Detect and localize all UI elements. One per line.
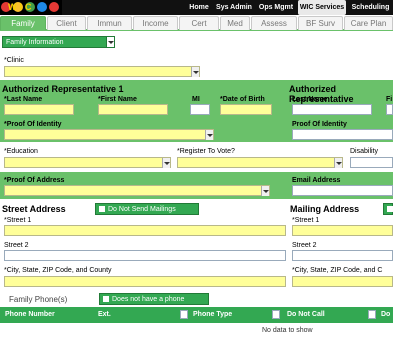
clinic-select[interactable]: [4, 66, 200, 77]
col-do[interactable]: Do: [381, 308, 390, 322]
chevron-down-icon: [334, 158, 342, 168]
first-name-input[interactable]: [98, 104, 168, 115]
menu-wic-services[interactable]: WIC Services: [298, 0, 346, 15]
family-information-dropdown[interactable]: Family Information: [2, 36, 115, 48]
register-to-vote-select[interactable]: [177, 157, 343, 168]
phone-type-filter[interactable]: [272, 310, 280, 319]
do-not-call-filter[interactable]: [368, 310, 376, 319]
ext-filter[interactable]: [180, 310, 188, 319]
tab-immun[interactable]: Immun: [87, 16, 132, 30]
col-do-not-call[interactable]: Do Not Call: [287, 308, 325, 322]
proof-of-identity-right-select[interactable]: [292, 129, 393, 140]
checkbox-icon: [99, 206, 105, 212]
last-name-input[interactable]: [4, 104, 74, 115]
does-not-have-phone-label: Does not have a phone: [112, 296, 185, 303]
proof-of-address-select[interactable]: [4, 185, 270, 196]
tab-income[interactable]: Income: [133, 16, 178, 30]
mailing-city-state-zip-label: *City, State, ZIP Code, and C: [292, 267, 383, 274]
menu-scheduling[interactable]: Scheduling: [348, 0, 393, 15]
dob-input[interactable]: [220, 104, 272, 115]
menu-home[interactable]: Home: [186, 0, 212, 15]
register-to-vote-label: *Register To Vote?: [177, 148, 235, 155]
checkbox-icon: [103, 296, 109, 302]
auth-rep-title: Authorized Representative 1: [2, 84, 124, 94]
mailing-address-title: Mailing Address: [290, 204, 360, 214]
first-name-label: *First Name: [98, 96, 137, 103]
first-name-right-input[interactable]: [386, 104, 393, 115]
wic-logo: WIC: [0, 0, 62, 15]
dob-label: *Date of Birth: [220, 96, 265, 103]
tab-cert[interactable]: Cert: [179, 16, 219, 30]
disability-label: Disability: [350, 148, 379, 155]
proof-of-identity-select[interactable]: [4, 129, 214, 140]
proof-of-identity-right-label: Proof Of Identity: [292, 121, 347, 128]
proof-of-identity-label: *Proof Of Identity: [4, 121, 62, 128]
col-ext[interactable]: Ext.: [98, 308, 111, 322]
do-not-send-mailings-label: Do Not Send Mailings: [108, 206, 176, 213]
chevron-down-icon: [205, 130, 213, 140]
mailing-street1-input[interactable]: [292, 225, 393, 236]
education-select[interactable]: [4, 157, 171, 168]
tab-client[interactable]: Client: [47, 16, 86, 30]
chevron-down-icon: [191, 67, 199, 77]
chevron-down-icon: [261, 186, 269, 196]
mailing-address-toggle[interactable]: [383, 203, 393, 215]
last-name-label: *Last Name: [4, 96, 43, 103]
tab-family[interactable]: Family: [0, 16, 46, 30]
street2-input[interactable]: [4, 250, 286, 261]
city-state-zip-input[interactable]: [4, 276, 286, 287]
chevron-down-icon: [162, 158, 170, 168]
tab-med[interactable]: Med: [220, 16, 250, 30]
street-address-title: Street Address: [2, 204, 66, 214]
chevron-down-icon: [106, 37, 114, 47]
col-phone-number[interactable]: Phone Number: [5, 308, 55, 322]
mailing-street1-label: *Street 1: [292, 217, 320, 224]
do-not-send-mailings-toggle[interactable]: Do Not Send Mailings: [95, 203, 199, 215]
street2-label: Street 2: [4, 242, 29, 249]
education-label: *Education: [4, 148, 38, 155]
street1-label: *Street 1: [4, 217, 32, 224]
menu-ops-mgmt[interactable]: Ops Mgmt: [256, 0, 296, 15]
checkbox-icon: [387, 206, 393, 212]
menu-sys-admin[interactable]: Sys Admin: [214, 0, 254, 15]
last-name-right-label: Last Name: [292, 96, 328, 103]
email-address-input[interactable]: [292, 185, 393, 196]
mi-input[interactable]: [190, 104, 210, 115]
first-name-right-label: Fi: [386, 96, 393, 103]
logo-text: WIC: [8, 2, 35, 12]
clinic-label: *Clinic: [4, 57, 24, 64]
tab-bf-surv[interactable]: BF Surv: [298, 16, 343, 30]
mi-label: MI: [192, 96, 200, 103]
tab-care-plan[interactable]: Care Plan: [344, 16, 393, 30]
top-navigation-bar: WIC Home Sys Admin Ops Mgmt WIC Services…: [0, 0, 393, 15]
tab-bar: Family Client Immun Income Cert Med Asse…: [0, 15, 393, 31]
no-data-message: No data to show: [262, 327, 313, 334]
city-state-zip-label: *City, State, ZIP Code, and County: [4, 267, 112, 274]
street1-input[interactable]: [4, 225, 286, 236]
family-information-label: Family Information: [6, 39, 64, 46]
col-phone-type[interactable]: Phone Type: [193, 308, 232, 322]
email-address-label: Email Address: [292, 177, 341, 184]
mailing-street2-input[interactable]: [292, 250, 393, 261]
disability-select[interactable]: [350, 157, 393, 168]
mailing-city-state-zip-input[interactable]: [292, 276, 393, 287]
mailing-street2-label: Street 2: [292, 242, 317, 249]
proof-of-address-label: *Proof Of Address: [4, 177, 65, 184]
family-phones-title: Family Phone(s): [9, 295, 68, 304]
last-name-right-input[interactable]: [292, 104, 372, 115]
does-not-have-phone-toggle[interactable]: Does not have a phone: [99, 293, 209, 305]
tab-assess[interactable]: Assess: [251, 16, 297, 30]
